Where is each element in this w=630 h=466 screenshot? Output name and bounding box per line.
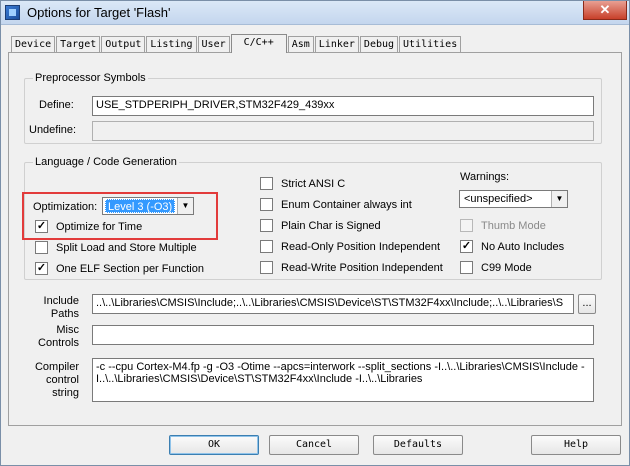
checkbox-unchecked-icon — [460, 219, 473, 232]
tab-debug[interactable]: Debug — [359, 36, 399, 52]
help-button[interactable]: Help — [531, 435, 621, 455]
checkbox-checked-icon: ✓ — [35, 262, 48, 275]
thumb-mode-checkbox[interactable]: Thumb Mode — [460, 219, 546, 232]
checkbox-unchecked-icon — [460, 261, 473, 274]
one-elf-section-label: One ELF Section per Function — [56, 262, 204, 275]
warnings-select[interactable]: <unspecified> ▼ — [459, 190, 568, 208]
no-auto-includes-label: No Auto Includes — [481, 240, 565, 253]
enum-container-checkbox[interactable]: Enum Container always int — [260, 198, 412, 211]
checkbox-checked-icon: ✓ — [35, 220, 48, 233]
warnings-value: <unspecified> — [464, 193, 533, 205]
tab-user[interactable]: User — [197, 36, 230, 52]
preprocessor-legend: Preprocessor Symbols — [33, 72, 148, 84]
tab-device[interactable]: Device — [11, 36, 56, 52]
chevron-down-icon[interactable]: ▼ — [177, 198, 193, 214]
tab-linker[interactable]: Linker — [314, 36, 359, 52]
misc-controls-label: Misc Controls — [38, 324, 79, 349]
checkbox-checked-icon: ✓ — [460, 240, 473, 253]
checkbox-unchecked-icon — [260, 261, 273, 274]
browse-include-paths-button[interactable]: ... — [578, 294, 596, 314]
plain-char-signed-checkbox[interactable]: Plain Char is Signed — [260, 219, 381, 232]
tab-asm[interactable]: Asm — [287, 36, 314, 52]
checkbox-unchecked-icon — [260, 240, 273, 253]
compiler-control-string[interactable]: -c --cpu Cortex-M4.fp -g -O3 -Otime --ap… — [92, 358, 594, 402]
tab-target[interactable]: Target — [56, 36, 101, 52]
tab-c-cpp[interactable]: C/C++ — [230, 34, 287, 53]
title-bar[interactable]: Options for Target 'Flash' ✕ — [1, 1, 629, 25]
checkbox-unchecked-icon — [260, 177, 273, 190]
ro-position-independent-checkbox[interactable]: Read-Only Position Independent — [260, 240, 440, 253]
strict-ansi-c-label: Strict ANSI C — [281, 177, 346, 190]
options-dialog: Options for Target 'Flash' ✕ Device Targ… — [0, 0, 630, 466]
cancel-button[interactable]: Cancel — [269, 435, 359, 455]
c-cpp-panel: Preprocessor Symbols Define: USE_STDPERI… — [8, 52, 622, 426]
warnings-label: Warnings: — [460, 171, 510, 183]
close-icon[interactable]: ✕ — [583, 1, 627, 20]
ok-button[interactable]: OK — [169, 435, 259, 455]
define-input[interactable]: USE_STDPERIPH_DRIVER,STM32F429_439xx — [92, 96, 594, 116]
split-load-store-checkbox[interactable]: Split Load and Store Multiple — [35, 241, 197, 254]
one-elf-section-checkbox[interactable]: ✓ One ELF Section per Function — [35, 262, 204, 275]
optimize-for-time-checkbox[interactable]: ✓ Optimize for Time — [35, 220, 142, 233]
optimize-for-time-label: Optimize for Time — [56, 220, 143, 233]
compiler-control-label: Compiler control string — [34, 361, 79, 399]
tab-listing[interactable]: Listing — [146, 36, 197, 52]
enum-container-label: Enum Container always int — [281, 198, 412, 211]
undefine-input[interactable] — [92, 121, 594, 141]
optimization-select[interactable]: Level 3 (-O3) ▼ — [102, 197, 194, 215]
c99-mode-label: C99 Mode — [481, 261, 532, 274]
split-load-store-label: Split Load and Store Multiple — [56, 241, 197, 254]
undefine-label: Undefine: — [29, 124, 77, 136]
checkbox-unchecked-icon — [35, 241, 48, 254]
chevron-down-icon[interactable]: ▼ — [551, 191, 567, 207]
app-icon — [5, 5, 20, 20]
misc-controls-input[interactable] — [92, 325, 594, 345]
thumb-mode-label: Thumb Mode — [481, 219, 546, 232]
include-paths-label: Include Paths — [43, 295, 79, 320]
optimization-label: Optimization: — [33, 201, 98, 213]
optimization-value: Level 3 (-O3) — [105, 199, 176, 213]
language-legend: Language / Code Generation — [33, 156, 179, 168]
no-auto-includes-checkbox[interactable]: ✓ No Auto Includes — [460, 240, 564, 253]
strict-ansi-c-checkbox[interactable]: Strict ANSI C — [260, 177, 345, 190]
ro-position-independent-label: Read-Only Position Independent — [281, 240, 440, 253]
include-paths-input[interactable]: ..\..\Libraries\CMSIS\Include;..\..\Libr… — [92, 294, 574, 314]
define-label: Define: — [39, 99, 74, 111]
checkbox-unchecked-icon — [260, 198, 273, 211]
rw-position-independent-label: Read-Write Position Independent — [281, 261, 443, 274]
window-title: Options for Target 'Flash' — [27, 5, 171, 20]
tab-output[interactable]: Output — [101, 36, 146, 52]
checkbox-unchecked-icon — [260, 219, 273, 232]
c99-mode-checkbox[interactable]: C99 Mode — [460, 261, 532, 274]
plain-char-signed-label: Plain Char is Signed — [281, 219, 381, 232]
defaults-button[interactable]: Defaults — [373, 435, 463, 455]
tab-bar: Device Target Output Listing User C/C++ … — [11, 34, 462, 53]
tab-utilities[interactable]: Utilities — [399, 36, 462, 52]
rw-position-independent-checkbox[interactable]: Read-Write Position Independent — [260, 261, 443, 274]
